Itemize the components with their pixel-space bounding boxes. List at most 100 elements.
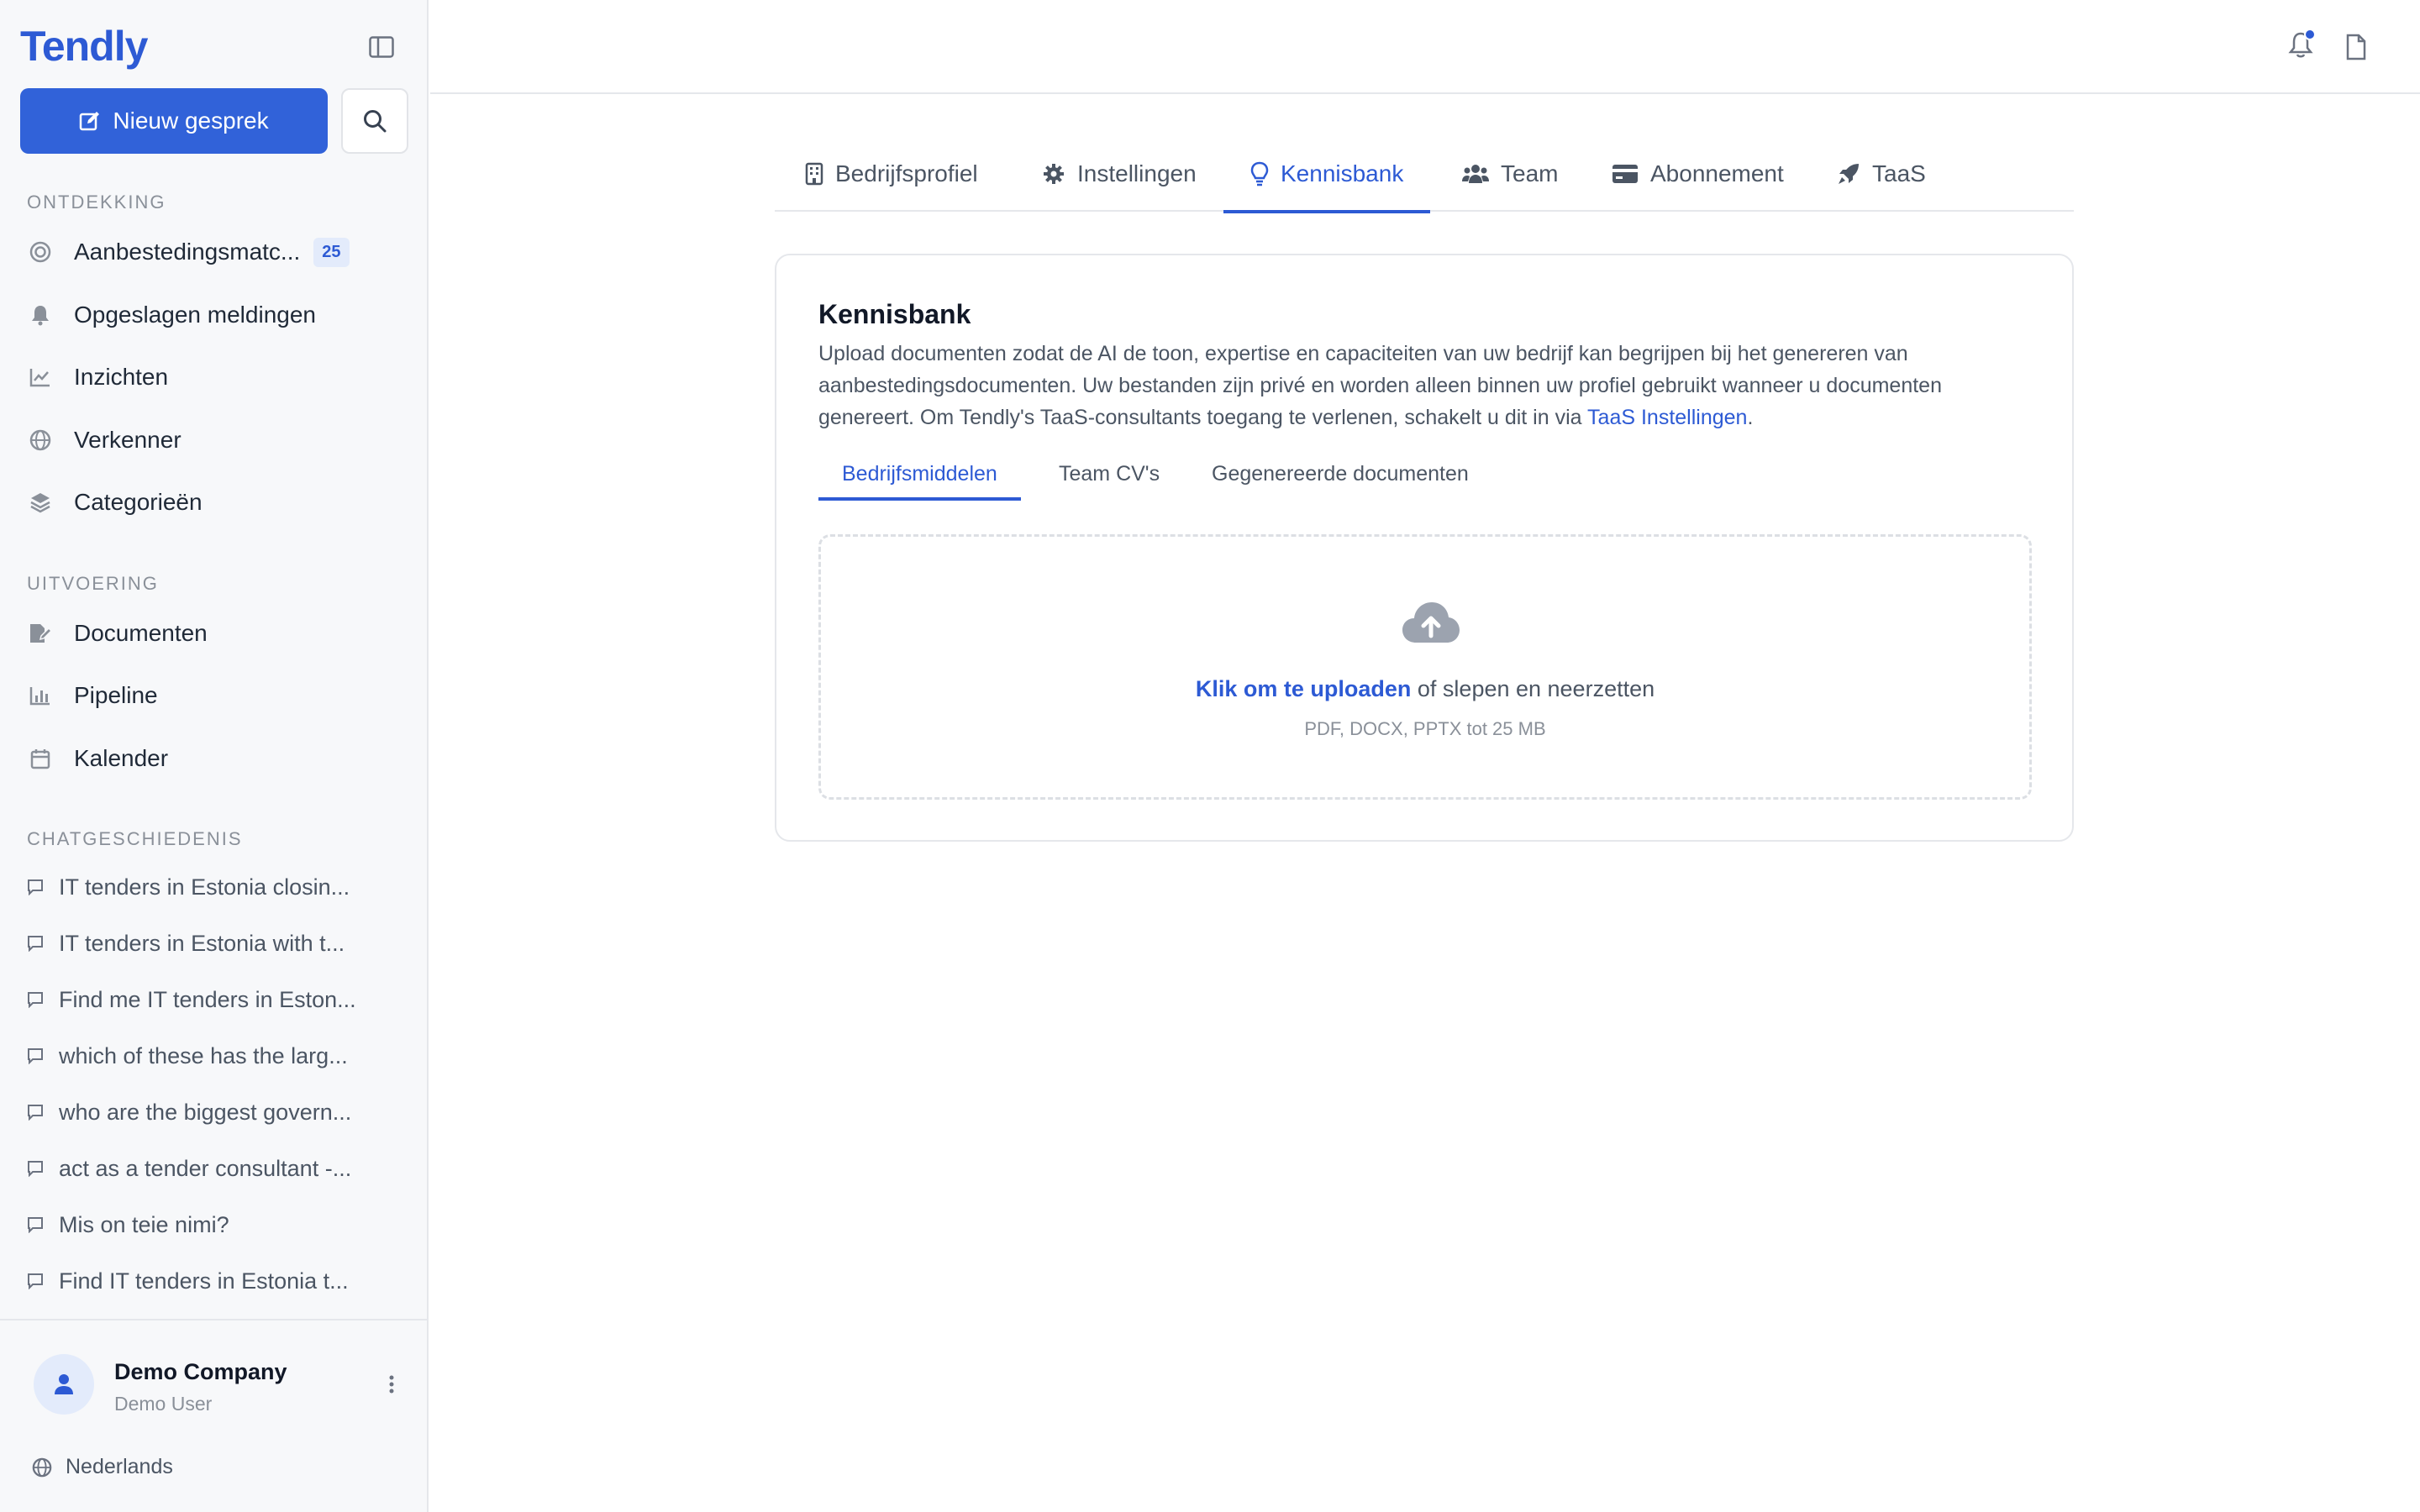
description-end: . (1747, 406, 1754, 429)
tab-subscription[interactable]: Abonnement (1612, 136, 1784, 212)
settings-tabs: Bedrijfsprofiel Instellingen Kennisbank … (775, 136, 2074, 213)
chat-history-label: IT tenders in Estonia closin... (59, 874, 350, 900)
tab-label: TaaS (1872, 160, 1926, 186)
chat-history-item[interactable]: IT tenders in Estonia closin... (27, 865, 397, 909)
chat-history-label: act as a tender consultant -... (59, 1155, 352, 1181)
layers-icon (27, 489, 54, 516)
globe-icon (27, 427, 54, 454)
sidebar-item-label: Pipeline (74, 682, 158, 708)
subtab-team-cvs[interactable]: Team CV's (1035, 447, 1183, 501)
chat-bubble-icon (28, 1273, 43, 1289)
section-title-chat-history: CHATGESCHIEDENIS (27, 828, 243, 849)
language-label: Nederlands (66, 1455, 173, 1478)
tab-label: Bedrijfsprofiel (835, 160, 978, 186)
sidebar-item-tender-matches[interactable]: Aanbestedingsmatc... 25 (27, 228, 397, 276)
calendar-icon (27, 745, 54, 772)
sidebar-item-label: Verkenner (74, 427, 182, 453)
document-edit-icon (27, 620, 54, 647)
chat-bubble-icon (28, 1105, 43, 1121)
tab-team[interactable]: Team (1462, 136, 1558, 212)
chat-history-item[interactable]: Find IT tenders in Estonia t... (27, 1259, 397, 1303)
documents-button[interactable] (2339, 30, 2373, 64)
sidebar-item-pipeline[interactable]: Pipeline (27, 672, 397, 719)
upload-link[interactable]: Klik om te uploaden (1196, 676, 1412, 701)
edit-icon (80, 112, 100, 131)
count-badge: 25 (313, 237, 350, 267)
chat-bubble-icon (28, 1048, 43, 1064)
description-text: Upload documenten zodat de AI de toon, e… (818, 342, 1942, 429)
notification-dot (2304, 29, 2316, 40)
search-button[interactable] (341, 88, 408, 154)
app-logo[interactable]: Tendly (20, 22, 148, 71)
more-vertical-icon (389, 1375, 394, 1394)
sidebar-item-label: Documenten (74, 620, 208, 646)
chat-history-item[interactable]: Mis on teie nimi? (27, 1203, 397, 1247)
chat-history-item[interactable]: who are the biggest govern... (27, 1090, 397, 1134)
user-menu-button[interactable] (383, 1369, 400, 1399)
sidebar: Tendly Nieuw gesprek ONTDEKKING Aanbeste… (0, 0, 429, 1512)
tab-settings[interactable]: Instellingen (1042, 136, 1197, 212)
user-icon (55, 1374, 73, 1394)
chat-history-label: IT tenders in Estonia with t... (59, 930, 345, 956)
chat-bubble-icon (28, 879, 43, 895)
sidebar-item-documents[interactable]: Documenten (27, 610, 397, 657)
chat-bubble-icon (28, 936, 43, 952)
sidebar-item-label: Categorieën (74, 489, 203, 515)
sidebar-toggle-button[interactable] (365, 32, 398, 62)
upload-rest-text: of slepen en neerzetten (1411, 676, 1655, 701)
tab-label: Team (1501, 160, 1559, 186)
subtab-company-assets[interactable]: Bedrijfsmiddelen (818, 447, 1021, 501)
sidebar-item-label: Kalender (74, 745, 169, 771)
chat-history-item[interactable]: which of these has the larg... (27, 1034, 397, 1078)
knowledge-base-card: Kennisbank Upload documenten zodat de AI… (775, 254, 2074, 842)
new-chat-button[interactable]: Nieuw gesprek (20, 88, 328, 154)
tab-label: Instellingen (1077, 160, 1197, 186)
credit-card-icon (1612, 165, 1638, 183)
tab-label: Kennisbank (1281, 160, 1404, 186)
file-icon (2346, 34, 2366, 60)
chat-history-item[interactable]: act as a tender consultant -... (27, 1147, 397, 1190)
user-name: Demo User (114, 1393, 213, 1415)
cloud-upload-icon (1402, 602, 1460, 643)
avatar[interactable] (34, 1354, 94, 1415)
chat-bubble-icon (28, 1161, 43, 1177)
chat-history-item[interactable]: Find me IT tenders in Eston... (27, 978, 397, 1021)
sidebar-item-insights[interactable]: Inzichten (27, 354, 397, 401)
globe-icon (32, 1457, 52, 1477)
new-chat-label: Nieuw gesprek (113, 108, 269, 134)
chat-history-item[interactable]: IT tenders in Estonia with t... (27, 921, 397, 965)
tab-taas[interactable]: TaaS (1837, 136, 1926, 212)
sidebar-item-label: Opgeslagen meldingen (74, 302, 316, 328)
notifications-button[interactable] (2284, 29, 2317, 62)
card-description: Upload documenten zodat de AI de toon, e… (818, 338, 2028, 433)
sidebar-toggle-icon (369, 36, 394, 58)
upload-dropzone[interactable]: Klik om te uploaden of slepen en neerzet… (818, 534, 2032, 800)
top-bar (430, 0, 2420, 94)
section-title-execution: UITVOERING (27, 573, 159, 594)
upload-instruction: Klik om te uploaden of slepen en neerzet… (821, 676, 2029, 702)
sidebar-item-categories[interactable]: Categorieën (27, 479, 397, 526)
sidebar-item-explorer[interactable]: Verkenner (27, 417, 397, 464)
taas-settings-link[interactable]: TaaS Instellingen (1587, 406, 1747, 429)
chat-bubble-icon (28, 1217, 43, 1233)
gear-icon (1044, 164, 1064, 184)
users-icon (1462, 165, 1489, 183)
chat-history-label: Mis on teie nimi? (59, 1211, 229, 1237)
chat-history-label: who are the biggest govern... (59, 1099, 352, 1125)
lightbulb-icon (1250, 161, 1269, 186)
search-icon (364, 110, 387, 133)
sidebar-footer: Demo Company Demo User Nederlands (0, 1319, 429, 1512)
subtab-generated-documents[interactable]: Gegenereerde documenten (1188, 447, 1492, 501)
sidebar-item-calendar[interactable]: Kalender (27, 735, 397, 782)
chat-history-label: Find me IT tenders in Eston... (59, 986, 356, 1012)
sidebar-item-label: Inzichten (74, 364, 169, 390)
tab-company-profile[interactable]: Bedrijfsprofiel (805, 136, 978, 212)
sidebar-item-saved-alerts[interactable]: Opgeslagen meldingen (27, 291, 397, 339)
chat-history-label: which of these has the larg... (59, 1042, 348, 1068)
section-title-discovery: ONTDEKKING (27, 192, 166, 213)
card-title: Kennisbank (818, 299, 971, 329)
tab-knowledge-base[interactable]: Kennisbank (1223, 136, 1431, 213)
tab-label: Abonnement (1650, 160, 1784, 186)
language-selector[interactable]: Nederlands (32, 1455, 173, 1479)
upload-file-hint: PDF, DOCX, PPTX tot 25 MB (1304, 718, 1546, 739)
